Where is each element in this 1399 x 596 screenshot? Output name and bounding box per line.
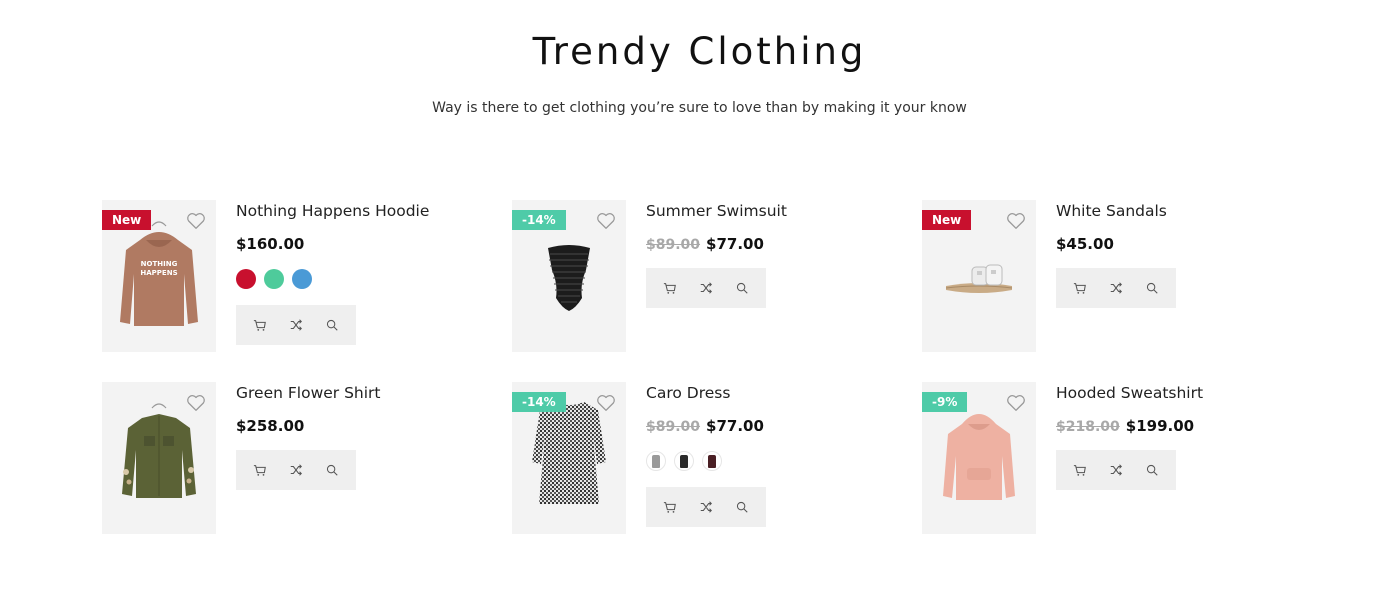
cart-icon <box>1073 283 1086 294</box>
heart-icon[interactable] <box>185 210 207 232</box>
product-name[interactable]: Hooded Sweatshirt <box>1056 382 1306 404</box>
swatch-burgundy[interactable] <box>702 451 722 471</box>
search-icon <box>326 319 338 331</box>
quick-view-button[interactable] <box>730 276 754 300</box>
swatch-black[interactable] <box>674 451 694 471</box>
discount-badge: -14% <box>512 392 566 412</box>
add-to-cart-button[interactable] <box>1068 458 1092 482</box>
product-card: NOTHING HAPPENS New Nothing Happens Hood… <box>102 200 482 360</box>
svg-text:HAPPENS: HAPPENS <box>140 269 177 277</box>
quick-view-button[interactable] <box>320 458 344 482</box>
color-swatches <box>646 451 896 473</box>
discount-badge: -14% <box>512 210 566 230</box>
shuffle-icon <box>290 464 302 476</box>
quick-view-button[interactable] <box>1140 458 1164 482</box>
shuffle-icon <box>1110 282 1122 294</box>
search-icon <box>1146 282 1158 294</box>
original-price: $218.00 <box>1056 419 1120 435</box>
shuffle-icon <box>1110 464 1122 476</box>
product-name[interactable]: Nothing Happens Hoodie <box>236 200 486 222</box>
compare-button[interactable] <box>694 276 718 300</box>
cart-icon <box>253 320 266 331</box>
product-card: -14% Caro Dress $89.00 $77.00 <box>512 382 892 542</box>
swatch-green[interactable] <box>264 269 284 289</box>
add-to-cart-button[interactable] <box>658 495 682 519</box>
swatch-blue[interactable] <box>292 269 312 289</box>
search-icon <box>326 464 338 476</box>
shuffle-icon <box>700 501 712 513</box>
swatch-gray[interactable] <box>646 451 666 471</box>
product-price: $160.00 <box>236 235 305 253</box>
product-actions <box>646 487 766 527</box>
product-actions <box>1056 450 1176 490</box>
cart-icon <box>663 502 676 513</box>
add-to-cart-button[interactable] <box>248 458 272 482</box>
new-badge: New <box>922 210 972 230</box>
compare-button[interactable] <box>1104 276 1128 300</box>
product-image[interactable]: -14% <box>512 382 626 534</box>
add-to-cart-button[interactable] <box>248 313 272 337</box>
product-image[interactable] <box>102 382 216 534</box>
search-icon <box>1146 464 1158 476</box>
product-price: $199.00 <box>1125 417 1195 435</box>
cart-icon <box>663 283 676 294</box>
heart-icon[interactable] <box>1005 392 1027 414</box>
search-icon <box>736 282 748 294</box>
product-name[interactable]: Green Flower Shirt <box>236 382 486 404</box>
svg-text:NOTHING: NOTHING <box>141 260 178 268</box>
add-to-cart-button[interactable] <box>1068 276 1092 300</box>
cart-icon <box>1073 465 1086 476</box>
section-title: Trendy Clothing <box>532 30 867 73</box>
product-name[interactable]: Summer Swimsuit <box>646 200 896 222</box>
compare-button[interactable] <box>694 495 718 519</box>
original-price: $89.00 <box>646 419 701 435</box>
shuffle-icon <box>700 282 712 294</box>
compare-button[interactable] <box>284 458 308 482</box>
section-subtitle: Way is there to get clothing you’re sure… <box>432 100 967 116</box>
heart-icon[interactable] <box>595 392 617 414</box>
quick-view-button[interactable] <box>730 495 754 519</box>
heart-icon[interactable] <box>1005 210 1027 232</box>
product-card: Green Flower Shirt $258.00 <box>102 382 482 542</box>
discount-badge: -9% <box>922 392 968 412</box>
product-image[interactable]: -14% <box>512 200 626 352</box>
add-to-cart-button[interactable] <box>658 276 682 300</box>
original-price: $89.00 <box>646 237 701 253</box>
product-price: $258.00 <box>236 417 305 435</box>
product-image[interactable]: New <box>922 200 1036 352</box>
heart-icon[interactable] <box>595 210 617 232</box>
cart-icon <box>253 465 266 476</box>
shuffle-icon <box>290 319 302 331</box>
product-image[interactable]: NOTHING HAPPENS New <box>102 200 216 352</box>
product-price: $77.00 <box>706 235 764 253</box>
search-icon <box>736 501 748 513</box>
product-name[interactable]: White Sandals <box>1056 200 1306 222</box>
product-actions <box>236 305 356 345</box>
product-card: New White Sandals $45.00 <box>922 200 1302 360</box>
quick-view-button[interactable] <box>1140 276 1164 300</box>
product-card: -14% Summer Swimsuit $89.00 $77.00 <box>512 200 892 360</box>
compare-button[interactable] <box>1104 458 1128 482</box>
product-price: $45.00 <box>1056 235 1114 253</box>
quick-view-button[interactable] <box>320 313 344 337</box>
product-actions <box>646 268 766 308</box>
swatch-red[interactable] <box>236 269 256 289</box>
product-image[interactable]: -9% <box>922 382 1036 534</box>
product-price: $77.00 <box>706 417 764 435</box>
product-card: -9% Hooded Sweatshirt $218.00 $199.00 <box>922 382 1302 542</box>
new-badge: New <box>102 210 152 230</box>
color-swatches <box>236 269 486 291</box>
product-actions <box>236 450 356 490</box>
product-actions <box>1056 268 1176 308</box>
product-name[interactable]: Caro Dress <box>646 382 896 404</box>
compare-button[interactable] <box>284 313 308 337</box>
heart-icon[interactable] <box>185 392 207 414</box>
